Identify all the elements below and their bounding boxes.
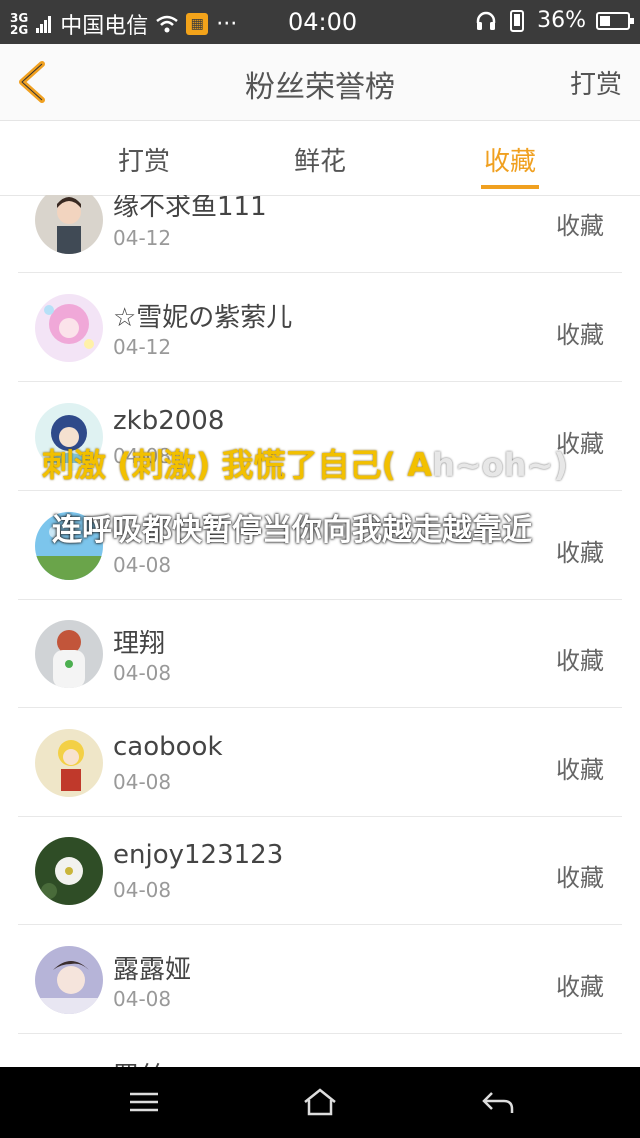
avatar [35, 294, 103, 362]
favorite-label: 收藏 [556, 321, 604, 349]
fan-list: 缘不求鱼111 04-12 收藏 ☆雪妮の紫萦儿 04-12 收藏 zkb200… [0, 195, 640, 1067]
tab-bar: 打赏 鲜花 收藏 [0, 121, 640, 196]
battery-icon [596, 11, 634, 30]
avatar [35, 729, 103, 797]
home-icon[interactable] [302, 1087, 338, 1117]
list-item[interactable]: 缘不求鱼111 04-12 收藏 [18, 195, 622, 273]
headset-icon [476, 11, 496, 30]
status-bar: 3G 2G 中国电信 ▦ ··· 04:00 36% [0, 0, 640, 44]
lyric-line-next: 连呼吸都快暂停当你向我越走越靠近 [52, 513, 532, 548]
avatar [35, 620, 103, 688]
list-item[interactable]: 罗丝 [18, 1034, 622, 1067]
avatar [35, 946, 103, 1014]
active-tab-indicator [481, 185, 539, 189]
phone-signal-icon [510, 9, 525, 32]
lyric-line-current: 刺激 (刺激) 我慌了自己( Ah~oh~) [42, 446, 568, 484]
sim-card-icon: ▦ [186, 13, 209, 35]
list-item[interactable]: caobook 04-08 收藏 [18, 708, 622, 817]
favorite-label: 收藏 [556, 756, 604, 784]
back-icon[interactable] [480, 1087, 516, 1117]
system-nav-bar [0, 1067, 640, 1138]
list-item[interactable]: enjoy123123 04-08 收藏 [18, 816, 622, 925]
tab-reward[interactable]: 打赏 [84, 141, 204, 178]
menu-icon[interactable] [126, 1087, 162, 1117]
favorite-label: 收藏 [556, 539, 604, 567]
favorite-label: 收藏 [556, 973, 604, 1001]
network-type: 3G 2G [10, 11, 29, 37]
signal-icon [36, 15, 52, 33]
list-item[interactable]: 露露娅 04-08 收藏 [18, 925, 622, 1034]
favorite-label: 收藏 [556, 212, 604, 240]
status-time: 04:00 [288, 8, 358, 36]
favorite-label: 收藏 [556, 647, 604, 675]
list-item[interactable]: 理翔 04-08 收藏 [18, 599, 622, 708]
battery-percent: 36% [537, 8, 586, 33]
more-notifications-icon: ··· [216, 11, 238, 37]
page-title: 粉丝荣誉榜 [245, 70, 395, 105]
reward-button[interactable]: 打赏 [570, 64, 622, 101]
tab-flowers[interactable]: 鲜花 [260, 141, 380, 178]
tab-favorites[interactable]: 收藏 [450, 141, 570, 178]
list-item[interactable]: ☆雪妮の紫萦儿 04-12 收藏 [18, 273, 622, 382]
wifi-icon [156, 15, 178, 33]
avatar [35, 195, 103, 254]
header-bar: 粉丝荣誉榜 打赏 [0, 44, 640, 121]
favorite-label: 收藏 [556, 864, 604, 892]
avatar [35, 837, 103, 905]
carrier-label: 中国电信 [60, 14, 149, 39]
